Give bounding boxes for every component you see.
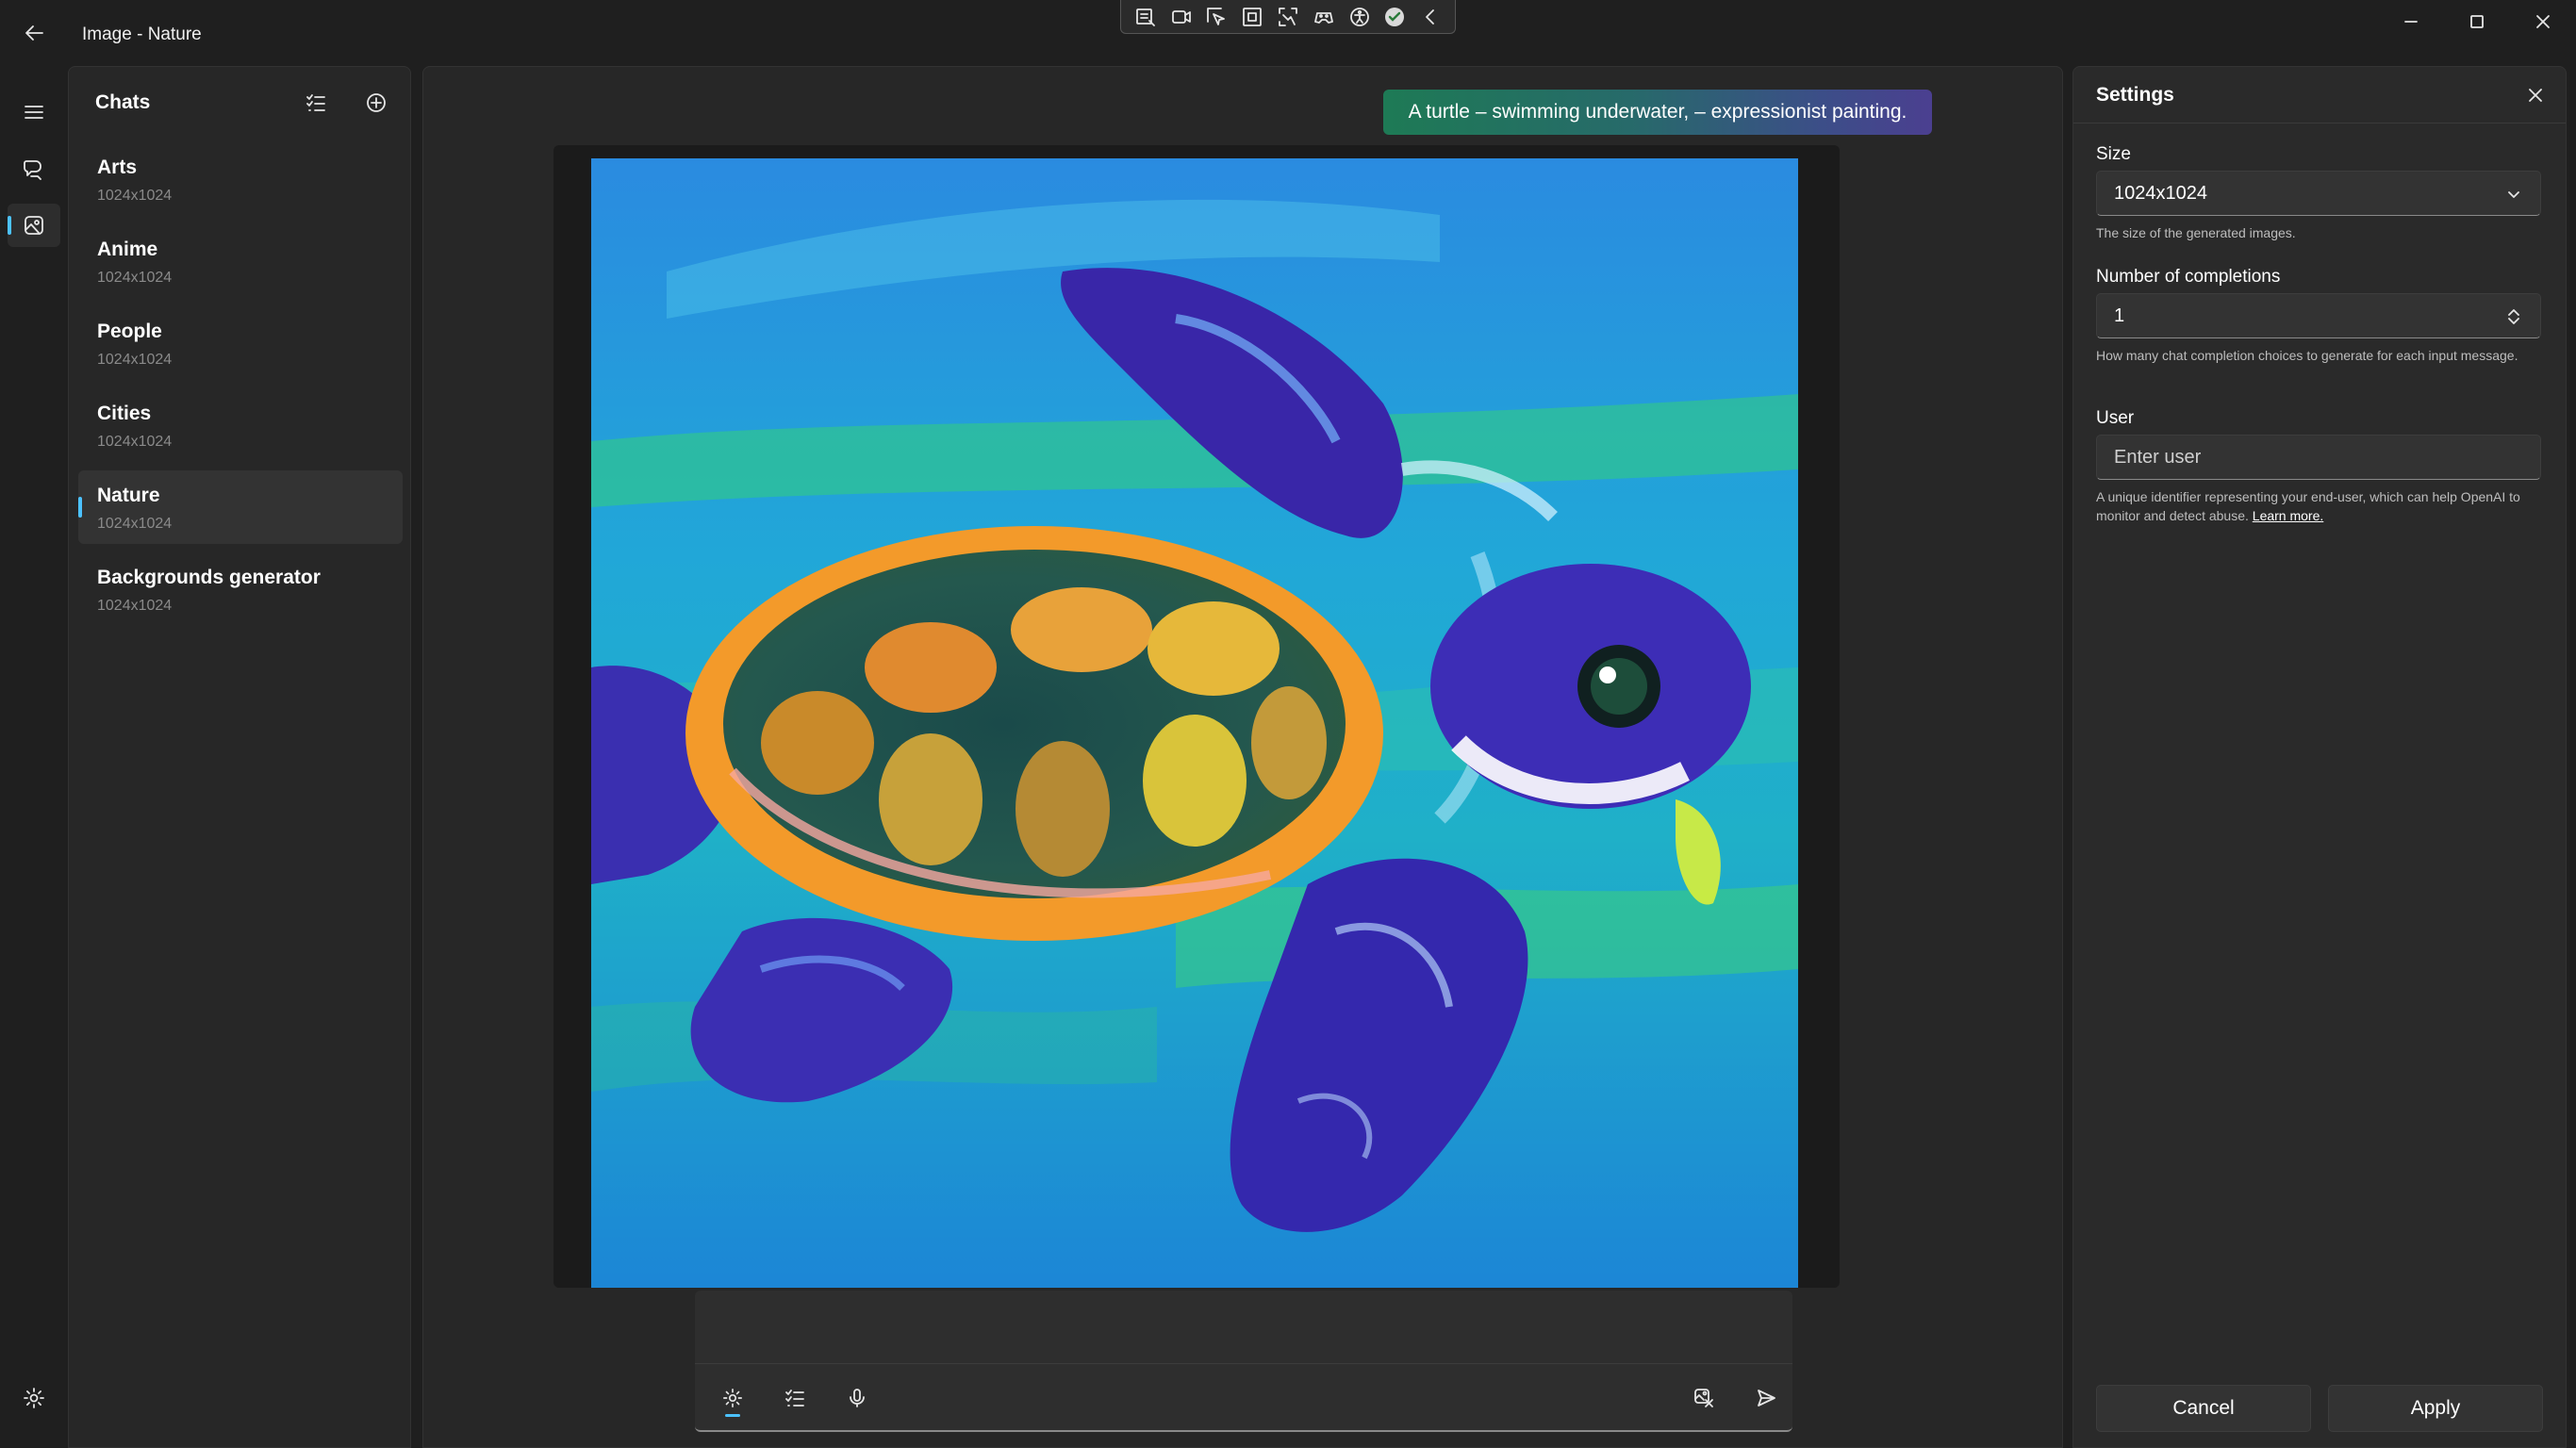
checkmark-icon[interactable]: [1379, 3, 1410, 31]
menu-icon: [25, 106, 43, 119]
title-bar: Image - Nature: [0, 0, 2576, 66]
user-placeholder: Enter user: [2114, 446, 2202, 468]
chat-name: Nature: [97, 485, 160, 506]
window-title: Image - Nature: [82, 25, 202, 44]
chat-name: Backgrounds generator: [97, 567, 321, 588]
cursor-select-icon[interactable]: [1202, 3, 1232, 31]
chat-name: People: [97, 321, 162, 342]
chat-size: 1024x1024: [97, 270, 173, 286]
cancel-button[interactable]: Cancel: [2096, 1385, 2311, 1432]
chat-size: 1024x1024: [97, 434, 173, 450]
chat-size: 1024x1024: [97, 598, 173, 614]
learn-more-link[interactable]: Learn more.: [2253, 508, 2323, 523]
user-label: User: [2096, 408, 2135, 428]
microphone-button[interactable]: [834, 1377, 880, 1419]
user-help: A unique identifier representing your en…: [2096, 487, 2541, 525]
chat-item-people[interactable]: People 1024x1024: [78, 306, 403, 380]
new-chat-button[interactable]: [355, 84, 397, 122]
maximize-icon: [2470, 15, 2484, 28]
chat-icon: [24, 160, 41, 180]
settings-title: Settings: [2096, 84, 2174, 106]
size-value: 1024x1024: [2114, 182, 2207, 204]
list-icon: [785, 1390, 804, 1407]
close-settings-button[interactable]: [2517, 76, 2554, 114]
message-composer: [695, 1291, 1792, 1432]
image-compare-button[interactable]: [1681, 1377, 1726, 1419]
chat-name: Anime: [97, 239, 158, 260]
settings-panel: Settings Size 1024x1024 The size of the …: [2072, 66, 2567, 1448]
completions-stepper[interactable]: 1: [2096, 293, 2541, 338]
gamepad-icon[interactable]: [1309, 3, 1339, 31]
user-input[interactable]: Enter user: [2096, 435, 2541, 480]
chat-size: 1024x1024: [97, 516, 173, 532]
main-panel: A turtle – swimming underwater, – expres…: [422, 66, 2063, 1448]
composer-toolbar: [695, 1368, 1792, 1428]
composer-list-button[interactable]: [772, 1377, 817, 1419]
chats-panel: Chats Arts 1024x1024 Anime 1024x1024 Peo…: [68, 66, 411, 1448]
chat-item-backgrounds-generator[interactable]: Backgrounds generator 1024x1024: [78, 552, 403, 626]
nav-image[interactable]: [8, 204, 60, 247]
nav-chat[interactable]: [8, 147, 60, 190]
window-controls: [2378, 0, 2576, 43]
collapse-chevron-icon[interactable]: [1415, 3, 1445, 31]
chat-list: Arts 1024x1024 Anime 1024x1024 People 10…: [78, 142, 403, 634]
size-dropdown[interactable]: 1024x1024: [2096, 171, 2541, 216]
image-compare-icon: [1694, 1389, 1713, 1407]
record-icon[interactable]: [1166, 3, 1197, 31]
chat-item-cities[interactable]: Cities 1024x1024: [78, 388, 403, 462]
size-label: Size: [2096, 144, 2131, 164]
back-arrow-icon: [25, 25, 43, 41]
chat-name: Cities: [97, 403, 152, 424]
filter-chats-button[interactable]: [295, 84, 337, 122]
completions-label: Number of completions: [2096, 267, 2281, 287]
send-icon: [1758, 1390, 1775, 1407]
image-icon: [25, 216, 43, 235]
accessibility-icon[interactable]: [1345, 3, 1375, 31]
back-button[interactable]: [13, 15, 55, 51]
nav-settings[interactable]: [8, 1376, 60, 1420]
app-window: Image - Nature Chats Arts 1024x1024 Anim…: [0, 0, 2576, 1448]
image-frame: [553, 145, 1840, 1288]
size-help: The size of the generated images.: [2096, 225, 2296, 240]
minimize-icon: [2404, 21, 2418, 23]
chevron-down-icon: [2502, 183, 2525, 206]
add-circle-icon: [367, 93, 386, 112]
navigation-rail: [0, 66, 68, 1448]
chat-item-arts[interactable]: Arts 1024x1024: [78, 142, 403, 216]
select-screen-icon[interactable]: [1131, 3, 1161, 31]
floating-toolbar: [1120, 0, 1456, 34]
completions-value: 1: [2114, 304, 2125, 326]
close-icon: [2536, 15, 2550, 28]
chat-size: 1024x1024: [97, 352, 173, 368]
prompt-bubble: A turtle – swimming underwater, – expres…: [1383, 90, 1932, 135]
chat-item-nature[interactable]: Nature 1024x1024: [78, 470, 403, 544]
checklist-icon: [306, 94, 325, 111]
turtle-painting: [591, 158, 1798, 1288]
apply-button[interactable]: Apply: [2328, 1385, 2543, 1432]
settings-header: Settings: [2073, 67, 2566, 123]
menu-button[interactable]: [8, 90, 60, 134]
send-button[interactable]: [1743, 1377, 1789, 1419]
spin-arrows-icon[interactable]: [2502, 305, 2525, 328]
region-icon[interactable]: [1237, 3, 1267, 31]
composer-settings-button[interactable]: [710, 1377, 755, 1419]
message-input[interactable]: [695, 1291, 1792, 1364]
settings-icon: [24, 1388, 44, 1408]
generated-image[interactable]: [591, 158, 1798, 1288]
close-window-button[interactable]: [2510, 0, 2576, 43]
settings-icon: [723, 1389, 742, 1407]
close-icon: [2529, 89, 2542, 102]
chat-size: 1024x1024: [97, 188, 173, 204]
microphone-icon: [850, 1389, 865, 1407]
completions-help: How many chat completion choices to gene…: [2096, 348, 2518, 363]
chats-title: Chats: [95, 91, 151, 113]
chat-name: Arts: [97, 156, 138, 178]
chat-item-anime[interactable]: Anime 1024x1024: [78, 224, 403, 298]
crop-icon[interactable]: [1273, 3, 1303, 31]
maximize-button[interactable]: [2444, 0, 2510, 43]
minimize-button[interactable]: [2378, 0, 2444, 43]
